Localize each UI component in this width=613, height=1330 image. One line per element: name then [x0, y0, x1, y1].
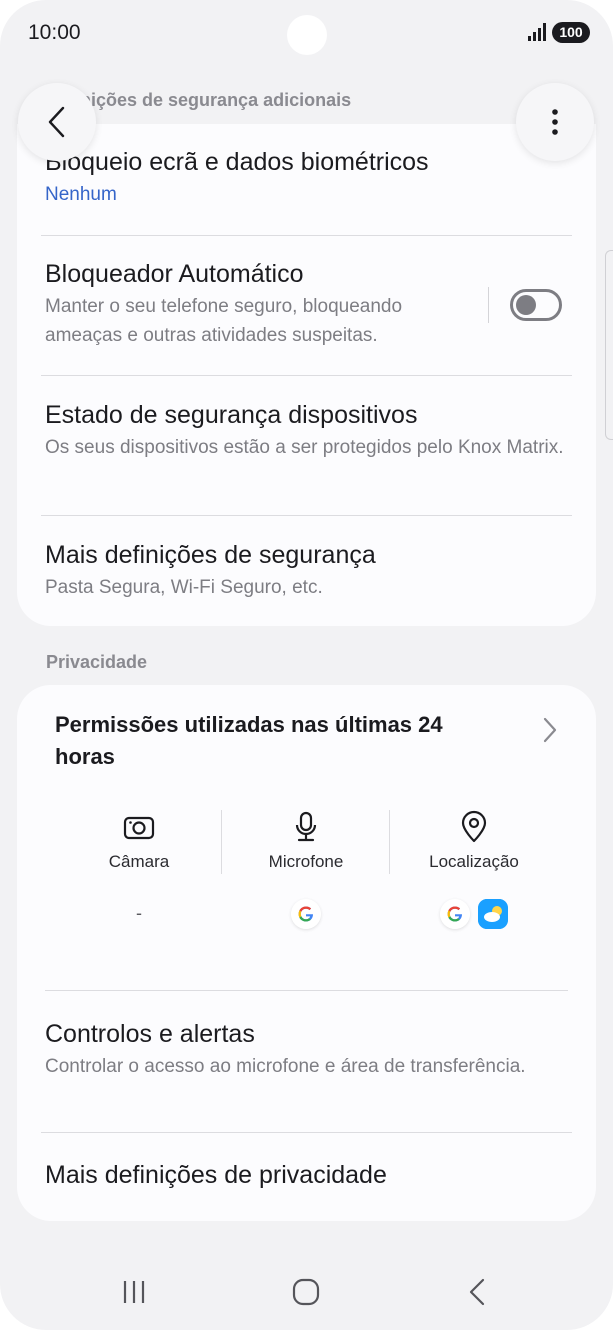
back-nav-icon [469, 1278, 485, 1306]
item-subtitle: Pasta Segura, Wi-Fi Seguro, etc. [45, 577, 323, 598]
list-item-more-security-settings[interactable]: Mais definições de segurança Pasta Segur… [45, 539, 572, 602]
item-title: Mais definições de privacidade [45, 1161, 387, 1189]
nav-back-button[interactable] [448, 1272, 508, 1312]
google-app-icon [291, 899, 321, 930]
item-subtitle: Controlar o acesso ao microfone e área d… [45, 1056, 526, 1077]
toggle-separator [488, 287, 489, 323]
back-button[interactable] [18, 83, 96, 161]
microphone-icon [295, 811, 317, 842]
more-vertical-icon [552, 109, 558, 135]
item-title: Estado de segurança dispositivos [45, 401, 418, 429]
divider [41, 1132, 572, 1133]
item-subtitle: Os seus dispositivos estão a ser protegi… [45, 437, 564, 458]
weather-app-icon [477, 899, 508, 930]
list-item-more-privacy-settings[interactable]: Mais definições de privacidade [45, 1159, 572, 1191]
item-title: Bloqueio ecrã e dados biométricos [45, 148, 429, 176]
divider [41, 375, 572, 376]
permissions-summary[interactable]: Permissões utilizadas nas últimas 24 hor… [17, 685, 596, 975]
phone-screen: 10:00 100 Definições de segurança adicio… [0, 0, 613, 1330]
home-button[interactable] [276, 1272, 336, 1312]
privacy-card: Permissões utilizadas nas últimas 24 hor… [17, 685, 596, 1221]
recents-icon [123, 1281, 145, 1303]
permission-microphone[interactable]: Microfone [222, 810, 390, 930]
scroll-handle[interactable] [605, 250, 613, 440]
recents-button[interactable] [104, 1272, 164, 1312]
google-app-icon [440, 899, 471, 930]
camera-icon [123, 816, 155, 840]
permissions-title: Permissões utilizadas nas últimas 24 hor… [55, 712, 443, 769]
divider [45, 990, 568, 991]
list-item-controls-alerts[interactable]: Controlos e alertas Controlar o acesso a… [45, 1018, 572, 1081]
status-bar: 10:00 100 [0, 0, 613, 66]
permission-label: Câmara [108, 852, 170, 871]
divider [41, 515, 572, 516]
battery-indicator: 100 [552, 22, 590, 43]
security-card: Bloqueio ecrã e dados biométricos Nenhum… [17, 124, 596, 626]
permission-apps [390, 898, 558, 930]
list-item-device-security-status[interactable]: Estado de segurança dispositivos Os seus… [45, 399, 572, 462]
auto-blocker-toggle[interactable] [510, 289, 562, 321]
navigation-bar [0, 1258, 613, 1330]
item-title: Mais definições de segurança [45, 541, 376, 569]
permission-apps-none: - [136, 903, 142, 923]
chevron-left-icon [48, 106, 65, 138]
item-title: Bloqueador Automático [45, 260, 304, 288]
home-icon [292, 1278, 320, 1306]
toggle-knob [516, 295, 536, 315]
permission-label: Localização [429, 852, 519, 871]
camera-cutout [287, 15, 327, 55]
permission-location[interactable]: Localização [390, 810, 558, 930]
item-title: Controlos e alertas [45, 1020, 255, 1048]
status-time: 10:00 [28, 21, 81, 44]
item-subtitle: Manter o seu telefone seguro, bloqueando… [45, 296, 403, 346]
signal-bars-icon [528, 23, 546, 41]
section-label-privacy: Privacidade [46, 652, 148, 672]
location-pin-icon [461, 810, 487, 843]
list-item-screen-lock[interactable]: Bloqueio ecrã e dados biométricos Nenhum [45, 146, 572, 209]
divider [41, 235, 572, 236]
permission-label: Microfone [268, 852, 344, 871]
chevron-right-icon [543, 717, 557, 743]
item-subtitle: Nenhum [45, 184, 117, 205]
more-options-button[interactable] [516, 83, 594, 161]
permission-apps [222, 898, 390, 930]
permission-camera[interactable]: Câmara - [55, 810, 223, 930]
list-item-auto-blocker[interactable]: Bloqueador Automático Manter o seu telef… [45, 258, 465, 350]
